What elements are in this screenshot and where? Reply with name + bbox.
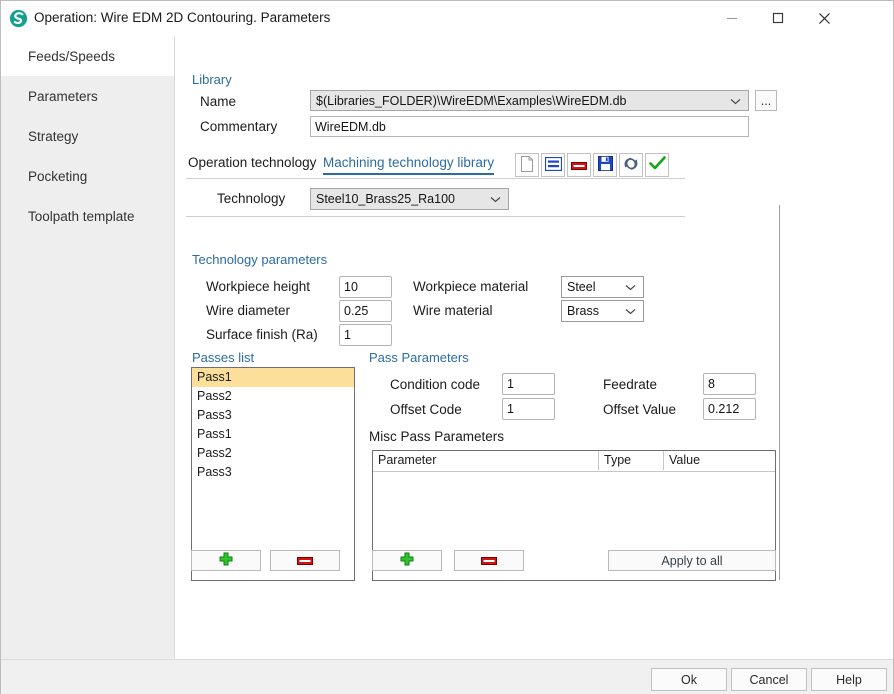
sidebar-item-label: Toolpath template — [28, 209, 135, 224]
offset-value-input[interactable] — [703, 398, 756, 420]
technology-new-button[interactable] — [515, 153, 539, 177]
new-document-icon — [520, 156, 534, 175]
technology-delete-button[interactable] — [567, 153, 591, 177]
refresh-icon — [623, 156, 639, 174]
technology-value: Steel10_Brass25_Ra100 — [316, 192, 455, 206]
edit-list-icon — [545, 157, 562, 174]
chevron-down-icon — [625, 280, 636, 294]
sidebar-item-label: Pocketing — [28, 169, 87, 184]
main-content: Library Name $(Libraries_FOLDER)\WireEDM… — [175, 36, 893, 659]
passes-listbox[interactable]: Pass1 Pass2 Pass3 Pass1 Pass2 Pass3 — [191, 367, 355, 581]
offset-value-label: Offset Value — [603, 402, 676, 417]
workpiece-height-label: Workpiece height — [206, 279, 310, 294]
library-commentary-input[interactable] — [310, 116, 749, 137]
minimize-button[interactable] — [709, 1, 755, 35]
technology-apply-button[interactable] — [645, 153, 669, 177]
list-item[interactable]: Pass3 — [192, 406, 354, 425]
technology-save-button[interactable] — [593, 153, 617, 177]
passes-add-button[interactable] — [191, 550, 261, 571]
chevron-down-icon — [490, 192, 501, 206]
technology-label: Technology — [217, 191, 285, 206]
help-button[interactable]: Help — [811, 668, 887, 691]
list-item[interactable]: Pass2 — [192, 387, 354, 406]
column-header-type[interactable]: Type — [599, 451, 664, 470]
feedrate-label: Feedrate — [603, 377, 657, 392]
ok-button[interactable]: Ok — [651, 668, 727, 691]
dialog-footer: Ok Cancel Help — [1, 659, 893, 694]
workpiece-material-combo[interactable]: Steel — [561, 276, 644, 298]
sidebar-item-feeds-speeds[interactable]: Feeds/Speeds — [1, 36, 174, 76]
library-name-value: $(Libraries_FOLDER)\WireEDM\Examples\Wir… — [316, 94, 626, 108]
chevron-down-icon — [730, 94, 741, 108]
sidebar: Feeds/Speeds Parameters Strategy Pocketi… — [1, 36, 175, 659]
cancel-button[interactable]: Cancel — [731, 668, 807, 691]
feedrate-input[interactable] — [703, 373, 756, 395]
list-item[interactable]: Pass2 — [192, 444, 354, 463]
wire-diameter-label: Wire diameter — [206, 303, 290, 318]
save-icon — [598, 156, 613, 174]
sidebar-item-pocketing[interactable]: Pocketing — [1, 156, 174, 196]
list-item[interactable]: Pass1 — [192, 368, 354, 387]
library-commentary-label: Commentary — [200, 119, 277, 134]
list-item[interactable]: Pass3 — [192, 463, 354, 482]
surface-finish-input[interactable] — [339, 324, 392, 346]
surface-finish-label: Surface finish (Ra) — [206, 327, 318, 342]
misc-add-button[interactable] — [372, 550, 442, 571]
library-name-combo[interactable]: $(Libraries_FOLDER)\WireEDM\Examples\Wir… — [310, 90, 749, 111]
close-button[interactable] — [801, 1, 847, 35]
condition-code-input[interactable] — [502, 373, 555, 395]
sidebar-item-toolpath-template[interactable]: Toolpath template — [1, 196, 174, 236]
chevron-down-icon — [625, 304, 636, 318]
title-bar: Operation: Wire EDM 2D Contouring. Param… — [1, 1, 893, 37]
wire-diameter-input[interactable] — [339, 300, 392, 322]
misc-remove-button[interactable] — [454, 550, 524, 571]
technology-combo[interactable]: Steel10_Brass25_Ra100 — [310, 188, 509, 210]
minus-icon — [481, 554, 497, 568]
offset-code-input[interactable] — [502, 398, 555, 420]
plus-icon — [400, 552, 414, 569]
technology-refresh-button[interactable] — [619, 153, 643, 177]
plus-icon — [219, 552, 233, 569]
pass-params-group-label: Pass Parameters — [369, 350, 469, 365]
sidebar-item-label: Feeds/Speeds — [28, 49, 115, 64]
column-header-parameter[interactable]: Parameter — [373, 451, 599, 470]
sidebar-item-label: Parameters — [28, 89, 98, 104]
tab-operation-technology[interactable]: Operation technology — [188, 155, 316, 170]
divider-bottom — [186, 216, 685, 217]
sidebar-item-parameters[interactable]: Parameters — [1, 76, 174, 116]
spiral-s-logo-icon — [9, 9, 28, 28]
passes-list-group-label: Passes list — [192, 350, 254, 365]
section-divider — [779, 205, 780, 580]
condition-code-label: Condition code — [390, 377, 480, 392]
wire-material-combo[interactable]: Brass — [561, 300, 644, 322]
apply-check-icon — [649, 156, 666, 174]
workpiece-height-input[interactable] — [339, 276, 392, 298]
wire-material-value: Brass — [567, 304, 599, 318]
maximize-button[interactable] — [755, 1, 801, 35]
misc-params-group-label: Misc Pass Parameters — [369, 429, 504, 444]
divider-top — [186, 178, 685, 179]
sidebar-item-label: Strategy — [28, 129, 78, 144]
wire-material-label: Wire material — [413, 303, 493, 318]
window-title: Operation: Wire EDM 2D Contouring. Param… — [34, 10, 330, 25]
passes-remove-button[interactable] — [270, 550, 340, 571]
tab-machining-technology-library[interactable]: Machining technology library — [323, 155, 494, 175]
dialog-window: Operation: Wire EDM 2D Contouring. Param… — [0, 0, 894, 694]
workpiece-material-label: Workpiece material — [413, 279, 528, 294]
list-item[interactable]: Pass1 — [192, 425, 354, 444]
technology-edit-button[interactable] — [541, 153, 565, 177]
sidebar-item-strategy[interactable]: Strategy — [1, 116, 174, 156]
delete-icon — [571, 158, 587, 173]
workpiece-material-value: Steel — [567, 280, 596, 294]
library-name-label: Name — [200, 94, 236, 109]
table-header-row: Parameter Type Value — [373, 451, 775, 472]
tech-params-group-label: Technology parameters — [192, 252, 327, 267]
offset-code-label: Offset Code — [390, 402, 462, 417]
apply-to-all-button[interactable]: Apply to all — [608, 550, 776, 571]
minus-icon — [297, 554, 313, 568]
column-header-value[interactable]: Value — [664, 451, 775, 470]
library-group-label: Library — [192, 72, 232, 87]
library-browse-button[interactable]: ... — [755, 90, 777, 111]
